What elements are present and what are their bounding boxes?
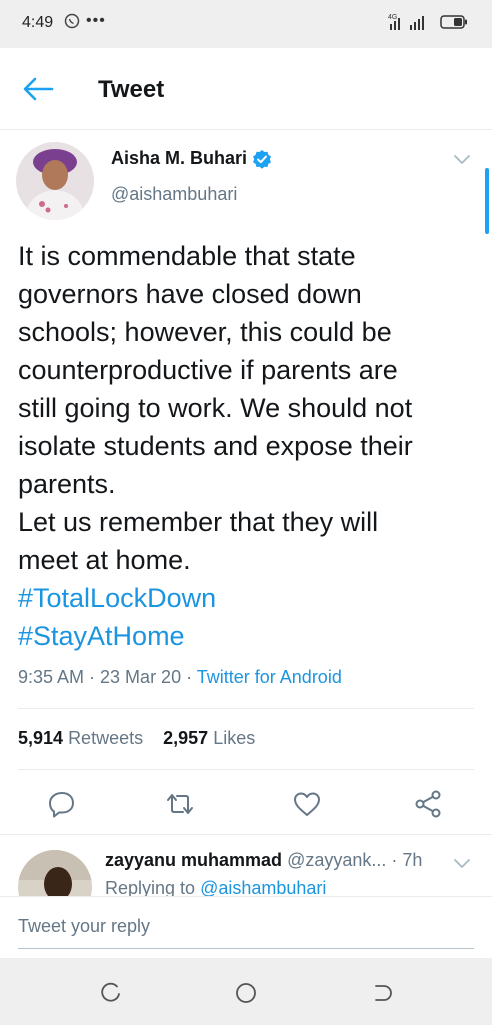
reply-handle-time: @zayyank... · 7h: [287, 850, 423, 870]
status-dots: •••: [86, 12, 106, 29]
chevron-down-icon[interactable]: [452, 151, 472, 167]
network-label: 4G: [388, 14, 397, 21]
share-icon[interactable]: [412, 788, 444, 820]
tweet-text: It is commendable that state governors h…: [18, 237, 480, 655]
avatar-image: [16, 142, 94, 220]
app-bar: Tweet: [0, 48, 492, 130]
retweets-label: Retweets: [68, 728, 144, 748]
reply-input[interactable]: [18, 905, 474, 949]
recent-apps-icon[interactable]: [98, 980, 124, 1006]
back-arrow-icon[interactable]: [22, 76, 54, 102]
tweet-line: isolate students and expose their: [18, 431, 413, 461]
author-name[interactable]: Aisha M. Buhari: [111, 148, 247, 169]
tweet-line: governors have closed down: [18, 279, 362, 309]
reply-context: Replying to @aishambuhari: [105, 878, 326, 896]
tweet-action-bar: [0, 784, 492, 824]
reply-context-prefix: Replying to: [105, 878, 201, 896]
status-left-icons: •••: [64, 12, 106, 30]
chevron-down-icon[interactable]: [452, 855, 472, 871]
reply-icon[interactable]: [46, 788, 78, 820]
tweet-line: Let us remember that they will: [18, 507, 379, 537]
page-title: Tweet: [98, 76, 165, 103]
section-separator: [0, 834, 492, 835]
retweets-count: 5,914: [18, 728, 64, 748]
tweet-stats: 5,914 Retweets 2,957 Likes: [18, 728, 255, 749]
status-right-icons: 4G: [388, 12, 468, 32]
status-time: 4:49: [22, 14, 54, 31]
tweet-line: schools; however, this could be: [18, 317, 392, 347]
battery-icon: [440, 15, 467, 29]
home-icon[interactable]: [233, 980, 259, 1006]
tweet-timestamp: 9:35 AM · 23 Mar 20 ·: [18, 667, 197, 687]
retweet-icon[interactable]: [164, 788, 196, 820]
tweet-line: It is commendable that state: [18, 241, 356, 271]
reply-header[interactable]: zayyanu muhammad @zayyank... · 7h: [105, 850, 422, 871]
whatsapp-icon: [64, 13, 80, 29]
signal-icon: 4G: [388, 14, 424, 30]
hashtag-link[interactable]: #TotalLockDown: [18, 579, 480, 617]
author-avatar[interactable]: [16, 142, 94, 220]
tweet-line: counterproductive if parents are: [18, 355, 398, 385]
tweet-line: parents.: [18, 469, 116, 499]
reply-mention-link[interactable]: @aishambuhari: [200, 878, 326, 896]
hashtag-link[interactable]: #StayAtHome: [18, 617, 480, 655]
likes-count: 2,957: [163, 728, 209, 748]
like-icon[interactable]: [291, 788, 323, 820]
status-bar: 4:49 ••• 4G: [0, 0, 492, 48]
reply-author-name[interactable]: zayyanu muhammad: [105, 850, 282, 870]
author-name-row[interactable]: Aisha M. Buhari: [111, 148, 272, 169]
tweet-line: meet at home.: [18, 545, 191, 575]
back-nav-icon[interactable]: [370, 980, 396, 1006]
verified-badge-icon: [253, 149, 272, 169]
divider: [18, 708, 474, 709]
divider: [18, 769, 474, 770]
retweets-stat[interactable]: 5,914 Retweets: [18, 728, 143, 748]
tweet-source-link[interactable]: Twitter for Android: [197, 667, 342, 687]
tweet-line: still going to work. We should not: [18, 393, 413, 423]
tweet-meta: 9:35 AM · 23 Mar 20 · Twitter for Androi…: [18, 667, 342, 688]
compose-bar: [0, 896, 492, 958]
likes-stat[interactable]: 2,957 Likes: [163, 728, 255, 748]
author-handle[interactable]: @aishambuhari: [111, 184, 237, 205]
likes-label: Likes: [213, 728, 256, 748]
system-nav-bar: [0, 958, 492, 1025]
scrollbar-thumb[interactable]: [485, 168, 489, 234]
